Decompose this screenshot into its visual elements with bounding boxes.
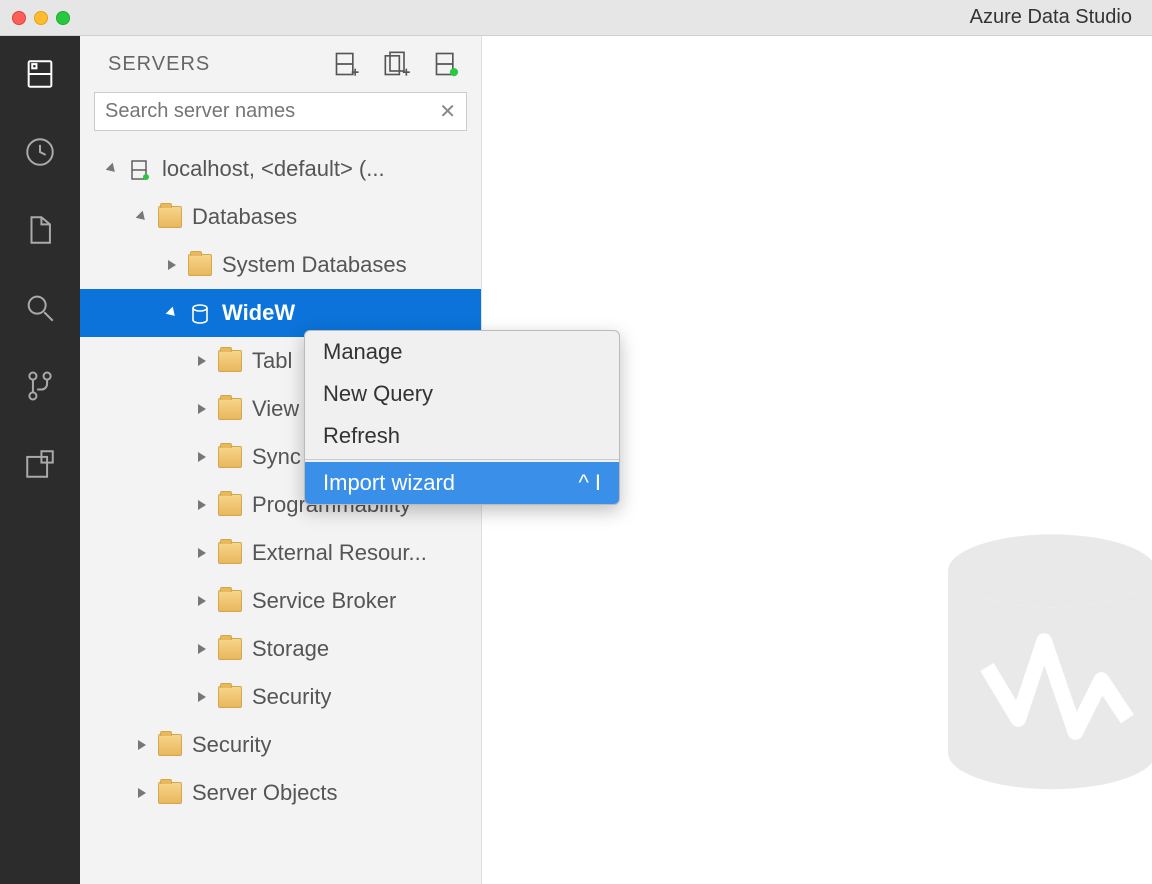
search-box[interactable]: ✕ <box>94 92 467 131</box>
chevron-right-icon[interactable] <box>138 788 146 798</box>
folder-icon <box>218 590 242 612</box>
tree-label: System Databases <box>222 252 407 278</box>
window-controls <box>12 11 70 25</box>
menu-label: Manage <box>323 339 403 365</box>
chevron-right-icon[interactable] <box>138 740 146 750</box>
search-input[interactable] <box>105 100 439 123</box>
database-icon <box>188 302 212 324</box>
window-title: Azure Data Studio <box>970 6 1132 29</box>
tree-label: Security <box>192 732 271 758</box>
tree-storage-node[interactable]: Storage <box>80 625 481 673</box>
tree-system-databases-node[interactable]: System Databases <box>80 241 481 289</box>
chevron-right-icon[interactable] <box>198 596 206 606</box>
menu-item-import-wizard[interactable]: Import wizard ^ I <box>305 462 619 504</box>
folder-icon <box>218 686 242 708</box>
activity-bar <box>0 36 80 884</box>
folder-icon <box>158 206 182 228</box>
new-connection-icon[interactable] <box>333 50 361 78</box>
menu-separator <box>305 459 619 460</box>
tree-label: Storage <box>252 636 329 662</box>
explorer-activity-icon[interactable] <box>22 212 58 248</box>
titlebar: Azure Data Studio <box>0 0 1152 36</box>
source-control-activity-icon[interactable] <box>22 368 58 404</box>
tree-label: Sync <box>252 444 301 470</box>
tree-server-node[interactable]: localhost, <default> (... <box>80 145 481 193</box>
menu-label: New Query <box>323 381 433 407</box>
folder-icon <box>188 254 212 276</box>
tree-label: Tabl <box>252 348 292 374</box>
servers-activity-icon[interactable] <box>22 56 58 92</box>
new-server-group-icon[interactable] <box>383 50 411 78</box>
tree-label: External Resour... <box>252 540 427 566</box>
tree-security-node[interactable]: Security <box>80 721 481 769</box>
chevron-right-icon[interactable] <box>168 260 176 270</box>
folder-icon <box>158 734 182 756</box>
chevron-down-icon[interactable] <box>166 307 179 320</box>
menu-shortcut: ^ I <box>578 470 601 496</box>
tree-db-security-node[interactable]: Security <box>80 673 481 721</box>
chevron-right-icon[interactable] <box>198 356 206 366</box>
clear-search-icon[interactable]: ✕ <box>439 99 456 124</box>
chevron-right-icon[interactable] <box>198 404 206 414</box>
tree-databases-node[interactable]: Databases <box>80 193 481 241</box>
chevron-right-icon[interactable] <box>198 548 206 558</box>
folder-icon <box>218 638 242 660</box>
tree-label: localhost, <default> (... <box>162 156 385 182</box>
server-icon <box>128 158 152 180</box>
folder-icon <box>218 350 242 372</box>
sidebar-title: SERVERS <box>108 53 210 76</box>
tree-label: WideW <box>222 300 295 326</box>
folder-icon <box>218 494 242 516</box>
tree-label: View <box>252 396 299 422</box>
maximize-window-button[interactable] <box>56 11 70 25</box>
chevron-right-icon[interactable] <box>198 500 206 510</box>
menu-item-manage[interactable]: Manage <box>305 331 619 373</box>
folder-icon <box>218 446 242 468</box>
tasks-activity-icon[interactable] <box>22 134 58 170</box>
chevron-right-icon[interactable] <box>198 452 206 462</box>
folder-icon <box>218 542 242 564</box>
chevron-down-icon[interactable] <box>136 211 149 224</box>
menu-label: Refresh <box>323 423 400 449</box>
menu-label: Import wizard <box>323 470 455 496</box>
folder-icon <box>218 398 242 420</box>
tree-label: Service Broker <box>252 588 396 614</box>
extensions-activity-icon[interactable] <box>22 446 58 482</box>
minimize-window-button[interactable] <box>34 11 48 25</box>
folder-icon <box>158 782 182 804</box>
context-menu: Manage New Query Refresh Import wizard ^… <box>304 330 620 505</box>
tree-label: Databases <box>192 204 297 230</box>
search-activity-icon[interactable] <box>22 290 58 326</box>
server-tree: localhost, <default> (... Databases Syst… <box>80 139 481 884</box>
tree-external-resources-node[interactable]: External Resour... <box>80 529 481 577</box>
tree-service-broker-node[interactable]: Service Broker <box>80 577 481 625</box>
tree-label: Security <box>252 684 331 710</box>
show-connections-icon[interactable] <box>433 50 461 78</box>
chevron-right-icon[interactable] <box>198 692 206 702</box>
menu-item-refresh[interactable]: Refresh <box>305 415 619 457</box>
tree-server-objects-node[interactable]: Server Objects <box>80 769 481 817</box>
tree-label: Server Objects <box>192 780 338 806</box>
chevron-right-icon[interactable] <box>198 644 206 654</box>
watermark-logo <box>922 524 1152 844</box>
chevron-down-icon[interactable] <box>106 163 119 176</box>
menu-item-new-query[interactable]: New Query <box>305 373 619 415</box>
close-window-button[interactable] <box>12 11 26 25</box>
